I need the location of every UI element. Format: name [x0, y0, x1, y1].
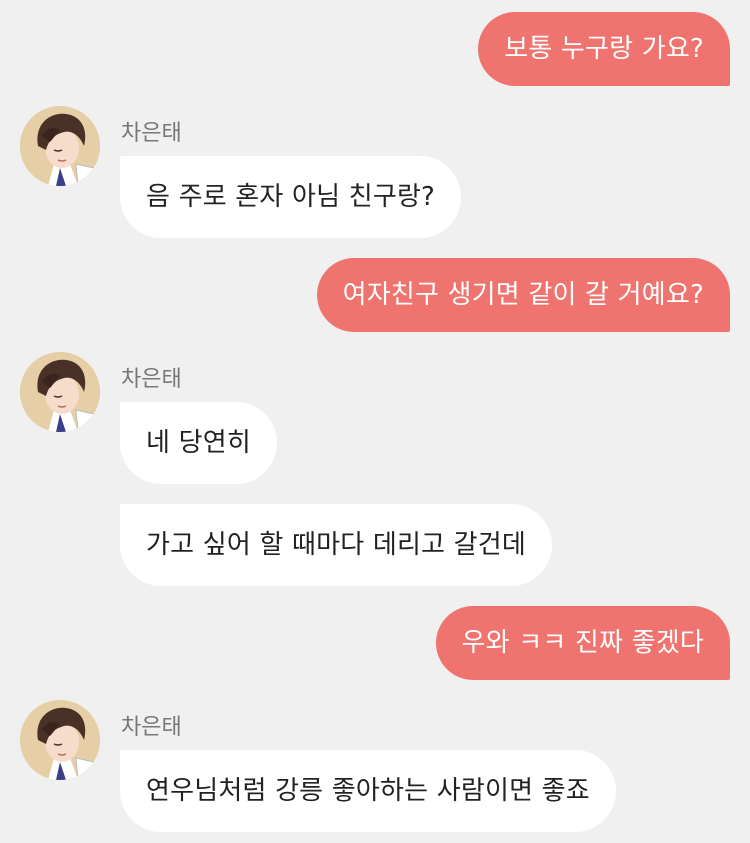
sender-name: 차은태: [121, 121, 182, 146]
avatar-portrait-icon: [20, 352, 100, 432]
incoming-message-bubble[interactable]: 연우님처럼 강릉 좋아하는 사람이면 좋죠: [120, 750, 616, 832]
incoming-message-bubble[interactable]: 네 당연히: [120, 402, 277, 484]
incoming-message-bubble[interactable]: 가고 싶어 할 때마다 데리고 갈건데: [120, 504, 553, 586]
sender-name: 차은태: [121, 367, 182, 392]
chat-area: 보통 누구랑 가요? 차은태 음 주로 혼자 아님 친구랑? 여자친구 생기면 …: [0, 0, 750, 843]
contact-avatar[interactable]: [20, 106, 100, 186]
outgoing-message-bubble[interactable]: 우와 ㅋㅋ 진짜 좋겠다: [435, 606, 730, 680]
avatar-portrait-icon: [20, 700, 100, 780]
incoming-message-bubble[interactable]: 음 주로 혼자 아님 친구랑?: [120, 156, 462, 238]
sender-name: 차은태: [121, 715, 182, 740]
contact-avatar[interactable]: [20, 352, 100, 432]
contact-avatar[interactable]: [20, 700, 100, 780]
outgoing-message-bubble[interactable]: 여자친구 생기면 같이 갈 거예요?: [316, 258, 730, 332]
avatar-portrait-icon: [20, 106, 100, 186]
outgoing-message-bubble[interactable]: 보통 누구랑 가요?: [478, 12, 730, 86]
